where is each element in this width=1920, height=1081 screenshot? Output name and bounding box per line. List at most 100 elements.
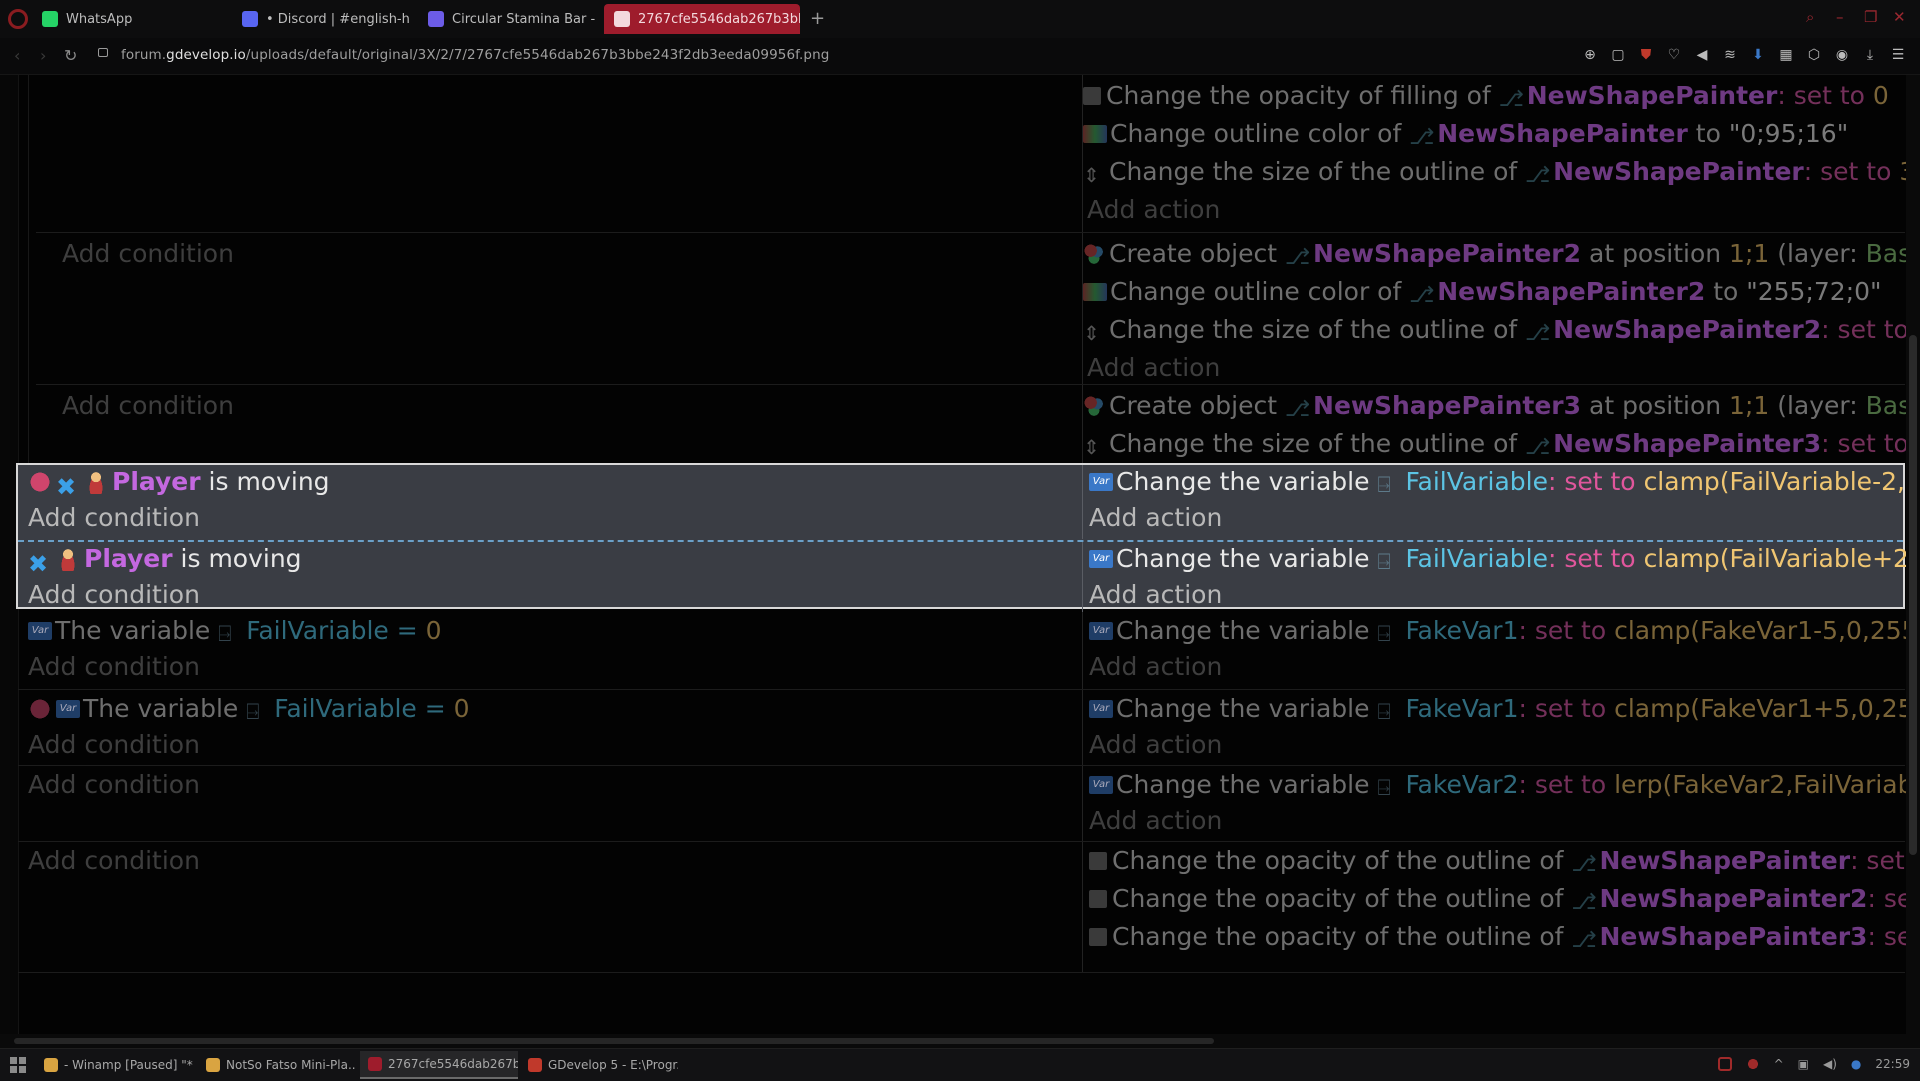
action-line[interactable]: ⇕ Change the size of the outline of ⎇ NewS… — [1083, 429, 1920, 460]
url-field[interactable]: forum.gdevelop.io/uploads/default/origin… — [121, 47, 829, 63]
action-line[interactable]: Var Change the variable ⍈ FakeVar1: set to… — [1089, 616, 1920, 647]
add-action-link[interactable]: Add action — [1087, 195, 1220, 224]
action-line[interactable]: Create object ⎇ NewShapePainter3 at posit… — [1083, 391, 1920, 422]
browser-tab[interactable]: Circular Stamina Bar - Ho — [418, 4, 598, 34]
sentence-text: (layer: — [1769, 239, 1866, 268]
action-line[interactable]: Change the opacity of filling of ⎇ NewSha… — [1083, 81, 1889, 112]
back-icon[interactable]: ‹ — [14, 46, 20, 65]
puzzle-icon[interactable]: ⬡ — [1806, 47, 1822, 63]
windows-start-icon[interactable] — [10, 1057, 26, 1073]
operator-text: : set to — [1547, 544, 1644, 573]
horizontal-scrollbar[interactable] — [0, 1034, 1906, 1048]
browser-tab[interactable]: 2767cfe5546dab267b3bb — [604, 4, 800, 34]
taskbar-item[interactable]: GDevelop 5 - E:\Progr... — [520, 1051, 678, 1079]
add-condition-link[interactable]: Add condition — [28, 503, 200, 532]
maximize-icon[interactable]: ❐ — [1864, 8, 1877, 26]
browser-tab[interactable]: • Discord | #english-help — [232, 4, 410, 34]
rss-icon[interactable]: ≋ — [1722, 47, 1738, 63]
selected-events: ✖ Player is moving Add condition Var Change … — [16, 463, 1920, 616]
conditions-column: ✖ Player is moving Add condition — [18, 542, 1083, 616]
action-line[interactable]: ⇕ Change the size of the outline of ⎇ NewS… — [1083, 315, 1920, 346]
opera-logo-icon[interactable] — [8, 9, 28, 29]
condition-line[interactable]: Var The variable ⍈ FailVariable = 0 — [28, 616, 442, 647]
downloads-icon[interactable]: ⤓ — [1862, 47, 1878, 63]
browser-tab[interactable]: WhatsApp — [32, 4, 212, 34]
clock[interactable]: 22:59 — [1875, 1057, 1910, 1071]
account-icon[interactable]: ◉ — [1834, 47, 1850, 63]
tray-chevron-icon[interactable]: ^ — [1774, 1057, 1784, 1071]
minimize-icon[interactable]: – — [1836, 8, 1844, 26]
add-action-link[interactable]: Add action — [1087, 353, 1220, 382]
action-line[interactable]: Change the opacity of the outline of ⎇ Ne… — [1089, 846, 1920, 877]
operator-text: : set to — [1803, 157, 1900, 186]
close-icon[interactable]: ✕ — [1893, 8, 1906, 26]
add-action-link[interactable]: Add action — [1089, 503, 1222, 532]
action-line[interactable]: Var Change the variable ⍈ FailVariable: se… — [1089, 467, 1920, 498]
action-line[interactable]: Change the opacity of the outline of ⎇ Ne… — [1089, 922, 1920, 953]
add-condition-link[interactable]: Add condition — [28, 580, 200, 609]
tray-app-icon[interactable] — [1717, 1057, 1732, 1071]
forward-icon[interactable]: › — [40, 46, 46, 65]
lock-icon — [98, 48, 108, 57]
download-arrow-icon[interactable]: ⬇ — [1750, 47, 1766, 63]
taskbar-item[interactable]: NotSo Fatso Mini-Pla... — [198, 1051, 356, 1079]
add-action-link[interactable]: Add action — [1089, 652, 1222, 681]
search-icon[interactable]: ⌕ — [1806, 8, 1814, 26]
event-row-selected[interactable]: ✖ Player is moving Add condition Var Change … — [18, 465, 1920, 539]
address-bar: ‹ › ↻ forum.gdevelop.io/uploads/default/… — [0, 38, 1920, 75]
condition-line[interactable]: ✖ Player is moving — [28, 544, 302, 578]
extension-icon[interactable]: ▦ — [1778, 47, 1794, 63]
snapshot-icon[interactable]: ▢ — [1610, 47, 1626, 63]
vertical-scrollbar[interactable] — [1906, 75, 1920, 1048]
add-condition-link[interactable]: Add condition — [28, 652, 200, 681]
vertical-scrollbar-thumb[interactable] — [1909, 335, 1917, 855]
taskbar-item[interactable]: - Winamp [Paused] "*... — [36, 1051, 194, 1079]
condition-line[interactable]: Var The variable ⍈ FailVariable = 0 — [28, 694, 470, 725]
tray-gdevelop-icon[interactable] — [1745, 1057, 1760, 1071]
conditions-column: Add condition — [36, 233, 1083, 384]
reload-icon[interactable]: ↻ — [64, 46, 77, 65]
action-line[interactable]: Var Change the variable ⍈ FailVariable: se… — [1089, 544, 1920, 575]
adblock-icon[interactable]: ⛊ — [1638, 47, 1654, 63]
outline-size-icon: ⇕ — [1083, 434, 1100, 459]
tray-volume-icon[interactable]: ◀) — [1823, 1057, 1837, 1071]
zoom-icon[interactable]: ⊕ — [1582, 47, 1598, 63]
taskbar-item[interactable]: 2767cfe5546dab267b3... — [360, 1051, 518, 1079]
sentence-text: at position — [1581, 239, 1730, 268]
tray-bluetooth-icon[interactable]: ● — [1851, 1057, 1861, 1071]
expression-value: 0 — [453, 694, 470, 723]
add-action-link[interactable]: Add action — [1089, 730, 1222, 759]
add-condition-link[interactable]: Add condition — [28, 846, 200, 875]
speaker-icon[interactable]: ◀ — [1694, 47, 1710, 63]
shape-painter-icon: ⎇ — [1409, 124, 1435, 150]
add-condition-link[interactable]: Add condition — [62, 239, 234, 268]
menu-icon[interactable]: ☰ — [1890, 47, 1906, 63]
add-condition-link[interactable]: Add condition — [28, 770, 200, 799]
action-line[interactable]: Change outline color of ⎇NewShapePainter… — [1083, 277, 1882, 308]
action-line[interactable]: ⇕ Change the size of the outline of ⎇ NewS… — [1083, 157, 1915, 188]
sentence-text: Change outline color of — [1110, 277, 1410, 306]
action-line[interactable]: Var Change the variable ⍈ FakeVar1: set to… — [1089, 694, 1920, 725]
action-line[interactable]: Var Change the variable ⍈ FakeVar2: set to… — [1089, 770, 1920, 801]
action-line[interactable]: Change outline color of ⎇NewShapePainter… — [1083, 119, 1848, 150]
sentence-text: Change the variable — [1116, 544, 1378, 573]
inverted-condition-icon — [28, 469, 52, 494]
action-line[interactable]: Create object ⎇ NewShapePainter2 at posit… — [1083, 239, 1920, 270]
filling-opacity-icon — [1083, 86, 1101, 105]
add-condition-link[interactable]: Add condition — [62, 391, 234, 420]
event-row: Change the opacity of filling of ⎇ NewSha… — [36, 75, 1915, 233]
action-line[interactable]: Change the opacity of the outline of ⎇ Ne… — [1089, 884, 1920, 915]
object-name: NewShapePainter2 — [1553, 315, 1822, 344]
tray-network-icon[interactable]: ▣ — [1798, 1057, 1809, 1071]
add-condition-link[interactable]: Add condition — [28, 730, 200, 759]
condition-line[interactable]: ✖ Player is moving — [28, 467, 330, 501]
add-action-link[interactable]: Add action — [1089, 580, 1222, 609]
new-tab-button[interactable]: + — [810, 8, 825, 29]
variable-name: FailVariable — [246, 616, 389, 645]
shape-painter-icon: ⎇ — [1525, 434, 1551, 460]
horizontal-scrollbar-thumb[interactable] — [14, 1038, 1214, 1044]
event-row-selected[interactable]: ✖ Player is moving Add condition Var Change … — [18, 542, 1920, 616]
heart-icon[interactable]: ♡ — [1666, 47, 1682, 63]
conditions-column — [36, 75, 1083, 232]
add-action-link[interactable]: Add action — [1089, 806, 1222, 835]
